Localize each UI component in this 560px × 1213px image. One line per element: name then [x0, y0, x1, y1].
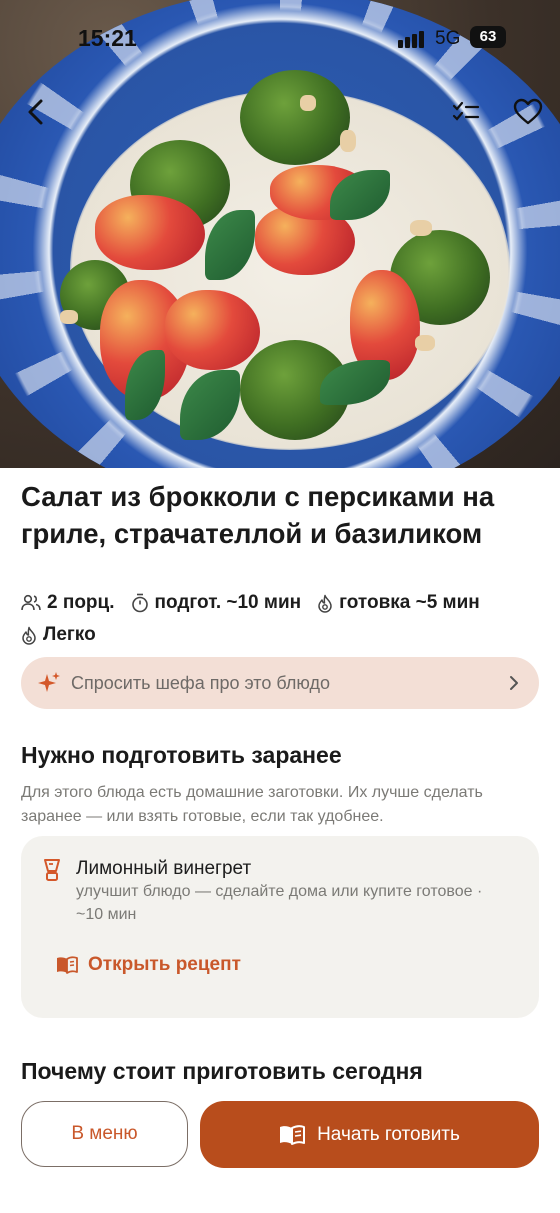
cook-time: готовка ~5 мин: [317, 592, 480, 614]
prep-section-description: Для этого блюда есть домашние заготовки.…: [21, 784, 483, 825]
start-cooking-label: Начать готовить: [317, 1123, 460, 1145]
why-section-title: Почему стоит приготовить сегодня: [21, 1058, 423, 1084]
add-to-menu-label: В меню: [71, 1123, 138, 1144]
checklist-icon: [452, 101, 480, 121]
recipe-title: Салат из брокколи с персиками на гриле, …: [21, 481, 495, 549]
heart-icon: [513, 98, 543, 125]
book-icon: [57, 956, 78, 974]
prep-time-label: подгот. ~10 мин: [154, 592, 302, 613]
add-to-menu-button[interactable]: В меню: [21, 1101, 188, 1167]
battery-level: 63: [479, 28, 497, 45]
prep-time: подгот. ~10 мин: [131, 592, 302, 614]
network-label: 5G: [435, 28, 461, 49]
status-time: 15:21: [78, 25, 137, 51]
blender-icon: [44, 859, 60, 881]
favorite-button[interactable]: [508, 92, 548, 132]
battery-icon: 63: [470, 26, 506, 48]
cook-time-label: готовка ~5 мин: [339, 592, 480, 613]
difficulty: Легко: [21, 624, 96, 646]
servings-label: 2 порц.: [47, 592, 115, 613]
flame-icon: [22, 626, 36, 645]
flame-icon: [318, 594, 332, 613]
servings: 2 порц.: [21, 592, 115, 614]
prep-item-subtitle: улучшит блюдо — сделайте дома или купите…: [76, 883, 483, 923]
prep-item-title: Лимонный винегрет: [76, 858, 252, 879]
chevron-left-icon: [28, 99, 43, 125]
start-cooking-button[interactable]: Начать готовить: [200, 1101, 539, 1168]
status-bar: 15:21 5G 63: [0, 0, 560, 76]
timer-icon: [131, 593, 148, 613]
ask-chef-label: Спросить шефа про это блюдо: [71, 672, 330, 693]
prep-section-title: Нужно подготовить заранее: [21, 742, 342, 768]
checklist-button[interactable]: [446, 92, 486, 132]
difficulty-label: Легко: [43, 624, 96, 645]
recipe-hero-image: 15:21 5G 63: [0, 0, 560, 468]
chevron-right-icon: [510, 676, 518, 690]
people-icon: [21, 594, 41, 611]
prep-item-card: Лимонный винегрет улучшит блюдо — сделай…: [21, 836, 539, 1018]
signal-icon: [398, 30, 426, 48]
book-icon: [280, 1124, 306, 1145]
back-button[interactable]: [16, 92, 56, 132]
recipe-meta: 2 порц. подгот. ~10 мин готовка ~5 мин Л…: [21, 588, 541, 652]
sparkle-icon: [38, 672, 60, 692]
open-recipe-label: Открыть рецепт: [88, 954, 241, 975]
bottom-action-bar: В меню Начать готовить: [0, 1084, 560, 1213]
ask-chef-button[interactable]: Спросить шефа про это блюдо: [21, 657, 539, 709]
open-recipe-link[interactable]: Открыть рецепт: [56, 954, 241, 976]
